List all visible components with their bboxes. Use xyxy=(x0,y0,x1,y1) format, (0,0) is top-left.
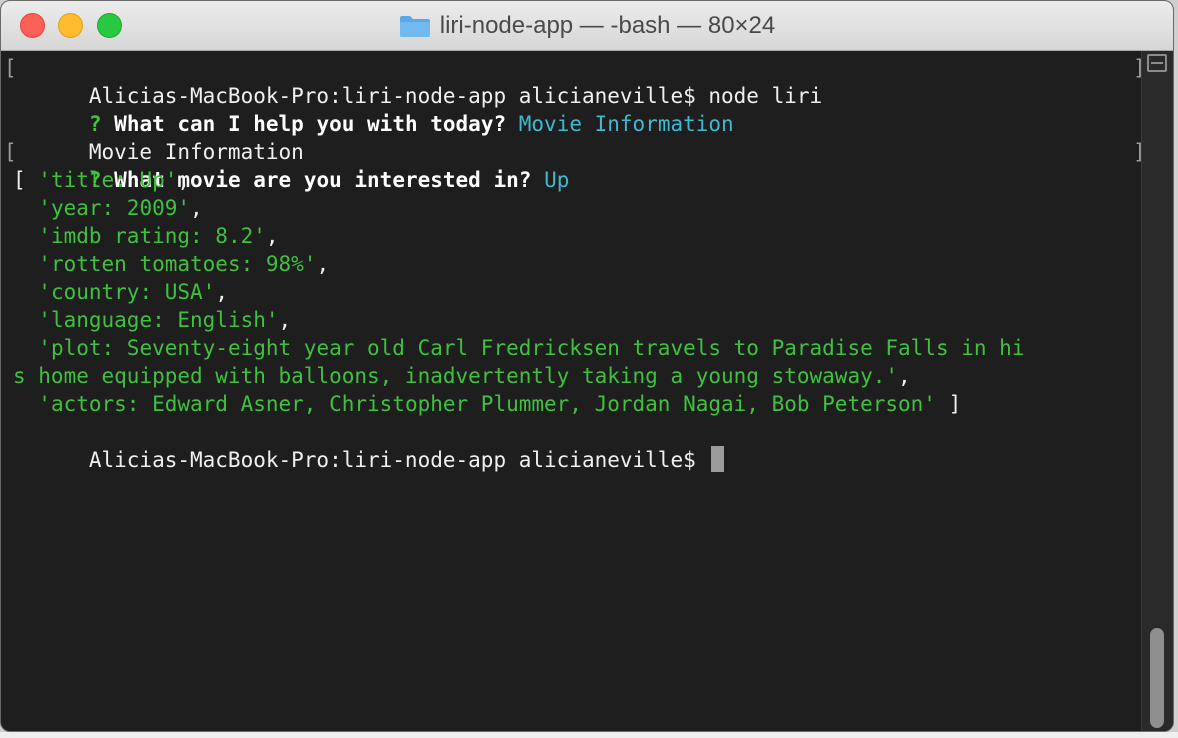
output-line: 'year: 2009', xyxy=(13,194,1143,222)
terminal-content[interactable]: [ Alicias-MacBook-Pro:liri-node-app alici… xyxy=(1,51,1146,731)
background-window-edge xyxy=(0,732,1178,738)
output-string: 'actors: Edward Asner, Christopher Plumm… xyxy=(38,392,936,416)
output-separator: , xyxy=(177,168,191,192)
output-separator: , xyxy=(316,252,330,276)
output-line: 'rotten tomatoes: 98%', xyxy=(13,250,1143,278)
output-string: 'rotten tomatoes: 98%' xyxy=(38,252,317,276)
output-string: 'year: 2009' xyxy=(38,196,191,220)
title-bar[interactable]: liri-node-app — -bash — 80×24 xyxy=(1,1,1173,51)
output-separator: , xyxy=(898,364,911,388)
folder-icon xyxy=(399,16,430,37)
output-separator: , xyxy=(278,308,292,332)
output-line: 'plot: Seventy-eight year old Carl Fredr… xyxy=(13,334,1143,362)
output-separator: , xyxy=(215,280,228,304)
scrollbar[interactable] xyxy=(1141,51,1173,731)
text-cursor xyxy=(711,446,725,472)
split-pane-icon[interactable] xyxy=(1147,54,1167,72)
output-line: 'language: English', xyxy=(13,306,1143,334)
window-title: liri-node-app — -bash — 80×24 xyxy=(439,12,776,39)
terminal-line: Movie Information xyxy=(13,110,1143,164)
output-string: 'plot: Seventy-eight year old Carl Fredr… xyxy=(38,336,1025,360)
title-group: liri-node-app — -bash — 80×24 xyxy=(1,1,1173,51)
output-line: [ 'title: Up', xyxy=(13,166,1143,194)
output-line: 'imdb rating: 8.2', xyxy=(13,222,1143,250)
terminal-line: ? What can I help you with today? Movie … xyxy=(13,82,1143,136)
output-string: 'title: Up' xyxy=(38,168,178,192)
output-separator: , xyxy=(190,196,203,220)
terminal-line: [Alicias-MacBook-Pro:liri-node-app alici… xyxy=(4,54,1146,108)
array-close: ] xyxy=(935,392,962,416)
mark-bracket-left: [ xyxy=(4,56,17,80)
array-open: [ xyxy=(13,168,39,192)
output-string: s home equipped with balloons, inadverte… xyxy=(13,364,899,388)
mark-bracket-left: [ xyxy=(4,140,17,164)
output-line: 'actors: Edward Asner, Christopher Plumm… xyxy=(13,390,1143,418)
shell-prompt: Alicias-MacBook-Pro:liri-node-app alicia… xyxy=(88,448,709,472)
output-line: 'country: USA', xyxy=(13,278,1143,306)
output-string: 'imdb rating: 8.2' xyxy=(38,224,266,248)
output-string: 'language: English' xyxy=(38,308,279,332)
scrollbar-thumb[interactable] xyxy=(1150,628,1164,728)
terminal-line: [? What movie are you interested in? Up … xyxy=(4,138,1146,192)
output-string: 'country: USA' xyxy=(38,280,216,304)
terminal-window: liri-node-app — -bash — 80×24 [ Alicias-M… xyxy=(0,0,1174,732)
output-separator: , xyxy=(265,224,279,248)
output-line: s home equipped with balloons, inadverte… xyxy=(13,362,1143,390)
terminal-line: Alicias-MacBook-Pro:liri-node-app alicia… xyxy=(13,418,1143,472)
